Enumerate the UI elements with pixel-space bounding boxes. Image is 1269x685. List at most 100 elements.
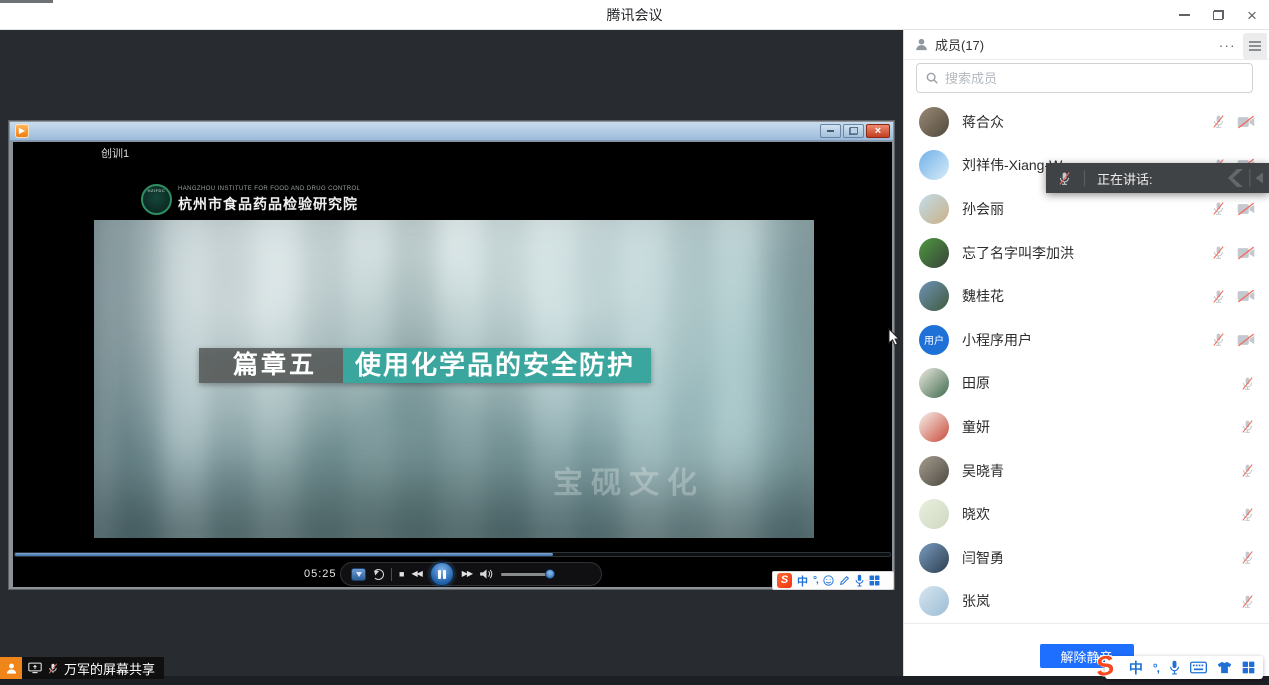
member-row[interactable]: 晓欢 (904, 492, 1269, 536)
member-name: 蒋合众 (962, 112, 1211, 132)
presenter-avatar-icon (0, 657, 22, 679)
camera-off-icon[interactable] (1237, 333, 1255, 347)
ime-language-toggle[interactable]: 中 (1129, 658, 1143, 678)
media-player-window: ▶ × 创训1 HZIFDC HANGZHOU INSTITUTE FOR FO… (8, 120, 895, 590)
keyboard-icon[interactable] (1190, 661, 1207, 674)
mic-muted-icon[interactable] (1211, 201, 1226, 216)
volume-slider[interactable] (501, 573, 553, 576)
member-name: 小程序用户 (962, 330, 1211, 350)
search-icon (925, 71, 939, 90)
player-minimize-button[interactable] (820, 124, 841, 138)
player-titlebar[interactable]: ▶ × (10, 122, 893, 141)
member-row[interactable]: 孙会丽 (904, 187, 1269, 231)
avatar (919, 499, 949, 529)
mic-muted-icon[interactable] (1211, 245, 1226, 260)
org-header: HZIFDC HANGZHOU INSTITUTE FOR FOOD AND D… (141, 184, 360, 215)
mic-muted-icon[interactable] (1240, 376, 1255, 391)
member-row[interactable]: 忘了名字叫李加洪 (904, 231, 1269, 275)
camera-off-icon[interactable] (1237, 289, 1255, 303)
ime-language-toggle[interactable]: 中 (797, 573, 808, 589)
member-name: 童妍 (962, 417, 1240, 437)
player-restore-button[interactable] (843, 124, 864, 138)
player-controls: ■ ◀◀ ▶▶ (340, 562, 602, 586)
ime-punctuation-toggle[interactable]: °, (813, 575, 818, 586)
avatar (919, 412, 949, 442)
voice-input-icon[interactable] (1169, 660, 1180, 675)
member-row[interactable]: 田原 (904, 362, 1269, 406)
camera-off-icon[interactable] (1237, 115, 1255, 129)
mouse-cursor (888, 328, 901, 347)
toolbox-grid-icon[interactable] (869, 575, 880, 586)
player-close-button[interactable]: × (866, 124, 890, 138)
voice-input-icon[interactable] (855, 574, 864, 587)
pause-button[interactable] (430, 562, 454, 586)
chapter-tag: 篇章五 (199, 348, 343, 383)
member-row[interactable]: 用户 小程序用户 (904, 318, 1269, 362)
speaking-label: 正在讲话: (1097, 169, 1223, 188)
search-input[interactable] (916, 63, 1253, 93)
screen-share-icon (28, 662, 42, 674)
skin-shirt-icon[interactable] (1217, 661, 1232, 674)
pencil-icon[interactable] (839, 575, 850, 586)
window-close-button[interactable]: × (1235, 0, 1269, 30)
close-icon: × (875, 125, 881, 137)
mic-muted-icon[interactable] (1240, 419, 1255, 434)
toolbox-grid-icon[interactable] (1242, 661, 1255, 674)
mic-muted-icon[interactable] (1240, 594, 1255, 609)
volume-icon[interactable] (479, 568, 494, 580)
member-row[interactable]: 蒋合众 (904, 100, 1269, 144)
bottom-strip (0, 676, 1269, 685)
member-name: 魏桂花 (962, 286, 1211, 306)
fast-forward-button[interactable]: ▶▶ (462, 570, 472, 578)
mic-muted-icon[interactable] (1211, 114, 1226, 129)
member-row[interactable]: 魏桂花 (904, 274, 1269, 318)
mic-muted-icon[interactable] (1240, 507, 1255, 522)
stop-button[interactable]: ■ (399, 570, 404, 579)
minimize-icon (827, 130, 834, 132)
mic-muted-icon[interactable] (1240, 463, 1255, 478)
panel-more-button[interactable]: ··· (1213, 37, 1242, 53)
player-logo-icon[interactable] (351, 568, 366, 581)
avatar (919, 281, 949, 311)
panel-collapse-button[interactable] (1243, 33, 1267, 59)
sogou-logo-icon[interactable]: S (777, 573, 792, 588)
member-search (916, 63, 1253, 93)
ime-toolbar-mini[interactable]: S 中 °, (772, 571, 894, 590)
ime-punctuation-toggle[interactable]: °, (1153, 661, 1159, 675)
minimize-icon (1179, 14, 1190, 16)
camera-off-icon[interactable] (1237, 246, 1255, 260)
elapsed-time: 05:25 (304, 568, 337, 580)
sogou-logo-icon[interactable]: S (1088, 649, 1121, 682)
member-row[interactable]: 闫智勇 (904, 536, 1269, 580)
mic-muted-icon[interactable] (1211, 332, 1226, 347)
members-panel-title: 成员(17) (935, 35, 1213, 54)
camera-off-icon[interactable] (1237, 202, 1255, 216)
emoji-icon[interactable] (823, 575, 834, 586)
member-name: 忘了名字叫李加洪 (962, 243, 1211, 263)
player-app-icon: ▶ (15, 124, 29, 138)
repeat-icon[interactable] (373, 569, 384, 580)
avatar (919, 368, 949, 398)
mic-muted-icon (47, 662, 59, 675)
restore-icon (850, 128, 857, 134)
member-name: 孙会丽 (962, 199, 1211, 219)
member-row[interactable]: 吴晓青 (904, 449, 1269, 493)
window-restore-button[interactable] (1201, 0, 1235, 30)
ime-toolbar[interactable]: S 中 °, (1105, 656, 1263, 679)
member-name: 张岚 (962, 591, 1240, 611)
toast-decoration-icon (1223, 169, 1263, 187)
window-minimize-button[interactable] (1167, 0, 1201, 30)
org-name-zh: 杭州市食品药品检验研究院 (178, 194, 360, 214)
video-canvas[interactable]: 创训1 HZIFDC HANGZHOU INSTITUTE FOR FOOD A… (13, 142, 892, 587)
mic-muted-icon[interactable] (1240, 550, 1255, 565)
member-row[interactable]: 童妍 (904, 405, 1269, 449)
mic-muted-icon[interactable] (1211, 289, 1226, 304)
volume-knob[interactable] (545, 569, 555, 579)
rewind-button[interactable]: ◀◀ (411, 570, 421, 578)
members-panel: 成员(17) ··· × 蒋合众 (903, 30, 1269, 676)
video-title-label: 创训1 (101, 145, 129, 161)
chapter-banner: 篇章五 使用化学品的安全防护 (199, 348, 651, 383)
speaking-toast: 正在讲话: (1046, 163, 1269, 193)
player-progress-bar[interactable] (14, 552, 891, 557)
member-row[interactable]: 张岚 (904, 580, 1269, 623)
